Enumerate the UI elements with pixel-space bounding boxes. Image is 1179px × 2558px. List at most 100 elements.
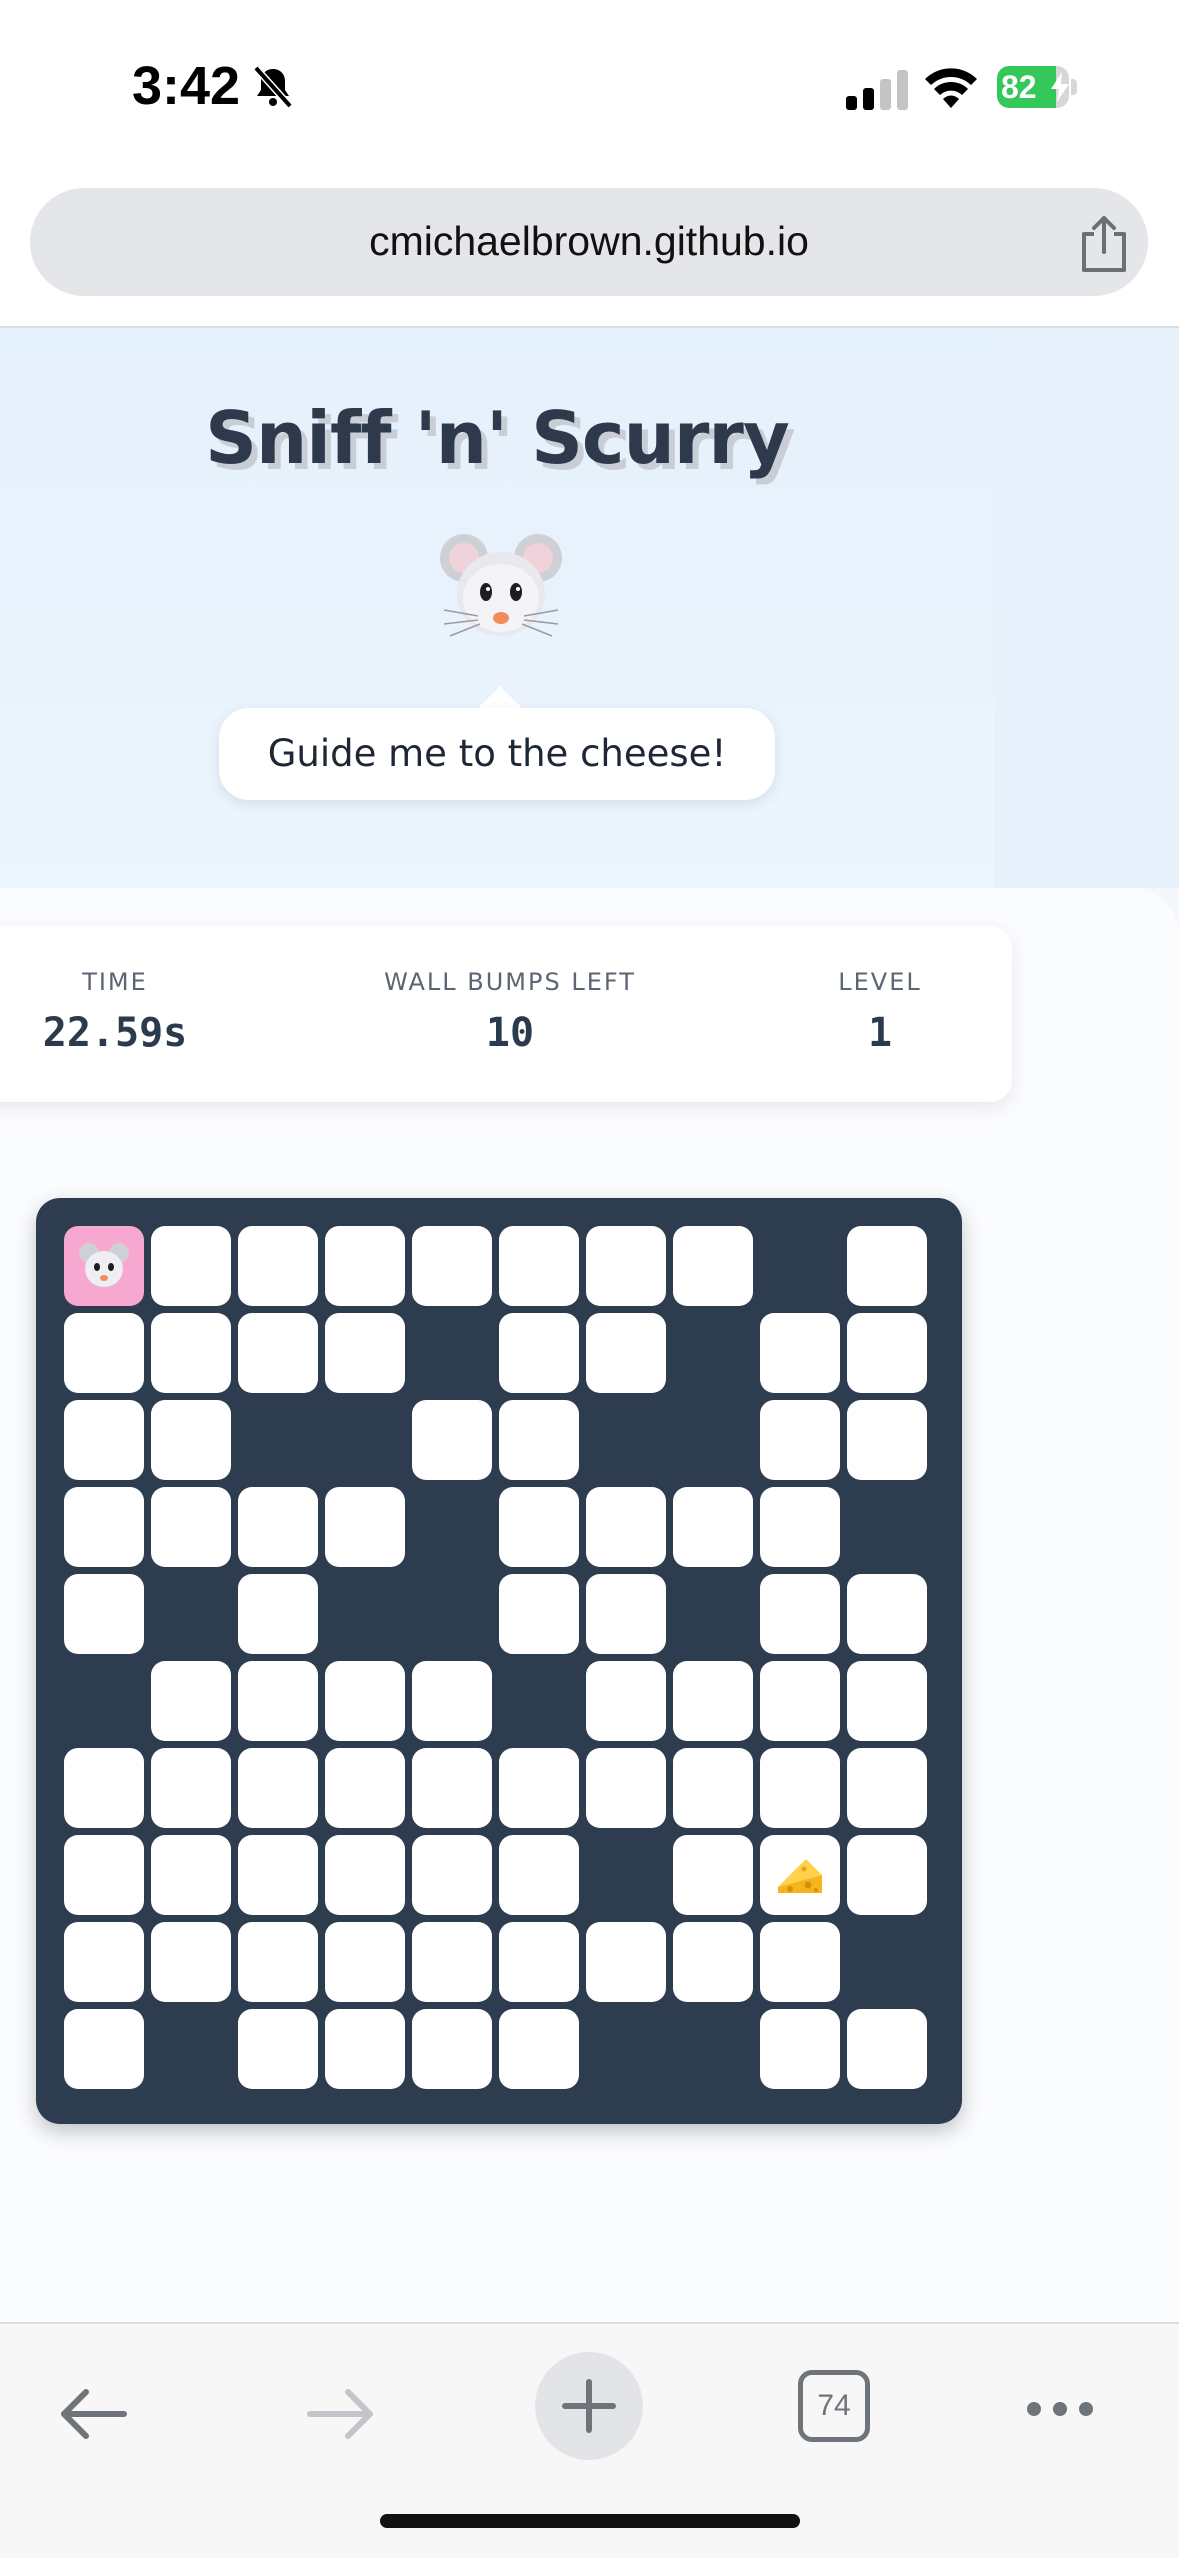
- maze-board[interactable]: [36, 1198, 962, 2124]
- maze-cell[interactable]: [325, 1313, 405, 1393]
- maze-cell[interactable]: [238, 1226, 318, 1306]
- maze-cell[interactable]: [412, 1748, 492, 1828]
- maze-cell[interactable]: [325, 1661, 405, 1741]
- stats-card: TIME 22.59s WALL BUMPS LEFT 10 LEVEL 1: [0, 926, 1012, 1102]
- level-value: 1: [867, 1010, 893, 1056]
- maze-cell[interactable]: [760, 1748, 840, 1828]
- maze-cell[interactable]: [238, 1661, 318, 1741]
- maze-cell[interactable]: [760, 1487, 840, 1567]
- maze-cell[interactable]: [499, 1748, 579, 1828]
- maze-cell[interactable]: [238, 2009, 318, 2089]
- maze-cell[interactable]: [64, 1922, 144, 2002]
- maze-cell[interactable]: [760, 1574, 840, 1654]
- maze-cell[interactable]: [151, 1922, 231, 2002]
- maze-cell[interactable]: [760, 1400, 840, 1480]
- maze-cell[interactable]: [673, 1661, 753, 1741]
- maze-cell[interactable]: [499, 2009, 579, 2089]
- maze-cell[interactable]: [760, 1313, 840, 1393]
- maze-cell[interactable]: [847, 2009, 927, 2089]
- back-arrow-icon[interactable]: [56, 2376, 132, 2452]
- maze-cell[interactable]: [64, 2009, 144, 2089]
- tabs-button[interactable]: 74: [798, 2370, 870, 2442]
- forward-arrow-icon[interactable]: [302, 2376, 378, 2452]
- maze-cell[interactable]: [847, 1313, 927, 1393]
- maze-cell[interactable]: [151, 1226, 231, 1306]
- maze-cell[interactable]: [499, 1574, 579, 1654]
- wifi-icon: [925, 68, 977, 108]
- maze-cell[interactable]: [847, 1226, 927, 1306]
- maze-cell[interactable]: [586, 1748, 666, 1828]
- maze-cell[interactable]: [760, 1922, 840, 2002]
- maze-cell[interactable]: [673, 1748, 753, 1828]
- maze-cell[interactable]: [673, 1487, 753, 1567]
- maze-cell[interactable]: [151, 1400, 231, 1480]
- maze-cell[interactable]: [673, 1922, 753, 2002]
- maze-cell[interactable]: [151, 1748, 231, 1828]
- maze-cell[interactable]: [412, 1661, 492, 1741]
- maze-cell[interactable]: [325, 1226, 405, 1306]
- maze-cell[interactable]: [151, 1661, 231, 1741]
- maze-cell[interactable]: [325, 1922, 405, 2002]
- wall-bumps-value: 10: [485, 1010, 535, 1056]
- maze-cell[interactable]: [586, 1661, 666, 1741]
- maze-cell[interactable]: [325, 1748, 405, 1828]
- new-tab-button[interactable]: [535, 2352, 643, 2460]
- address-bar[interactable]: cmichaelbrown.github.io: [30, 188, 1148, 296]
- maze-cell[interactable]: [64, 1748, 144, 1828]
- maze-cell[interactable]: [64, 1313, 144, 1393]
- maze-cell[interactable]: [499, 1835, 579, 1915]
- level-label: LEVEL: [838, 968, 922, 996]
- maze-cell[interactable]: [760, 2009, 840, 2089]
- maze-cell[interactable]: [325, 1835, 405, 1915]
- time-value: 22.59s: [42, 1010, 188, 1056]
- share-icon[interactable]: [1076, 214, 1132, 274]
- maze-cell[interactable]: [499, 1922, 579, 2002]
- maze-cell[interactable]: [151, 1313, 231, 1393]
- maze-cell[interactable]: [238, 1748, 318, 1828]
- maze-cell[interactable]: [151, 1487, 231, 1567]
- maze-cell-player[interactable]: [64, 1226, 144, 1306]
- maze-cell[interactable]: [499, 1313, 579, 1393]
- maze-cell[interactable]: [673, 1226, 753, 1306]
- maze-cell[interactable]: [847, 1574, 927, 1654]
- maze-cell[interactable]: [847, 1400, 927, 1480]
- stat-wall-bumps: WALL BUMPS LEFT 10: [350, 968, 670, 1056]
- maze-cell[interactable]: [847, 1748, 927, 1828]
- maze-cell[interactable]: [238, 1922, 318, 2002]
- maze-cell[interactable]: [412, 1835, 492, 1915]
- bell-slash-icon: [253, 65, 293, 109]
- maze-cell[interactable]: [586, 1487, 666, 1567]
- maze-cell[interactable]: [238, 1313, 318, 1393]
- maze-cell[interactable]: [412, 1226, 492, 1306]
- maze-cell[interactable]: [412, 2009, 492, 2089]
- maze-cell[interactable]: [325, 2009, 405, 2089]
- url-text[interactable]: cmichaelbrown.github.io: [30, 218, 1148, 265]
- maze-cell[interactable]: [412, 1400, 492, 1480]
- maze-cell[interactable]: [673, 1835, 753, 1915]
- web-page: Sniff 'n' Scurry Guide me to the cheese!…: [0, 328, 1179, 2322]
- speech-bubble: Guide me to the cheese!: [219, 708, 775, 800]
- maze-cell[interactable]: [760, 1661, 840, 1741]
- maze-cell[interactable]: [499, 1487, 579, 1567]
- maze-cell[interactable]: [586, 1226, 666, 1306]
- maze-cell[interactable]: [499, 1226, 579, 1306]
- maze-cell[interactable]: [64, 1400, 144, 1480]
- maze-cell[interactable]: [499, 1400, 579, 1480]
- more-icon[interactable]: [1020, 2384, 1100, 2434]
- maze-cell[interactable]: [238, 1835, 318, 1915]
- maze-cell[interactable]: [64, 1574, 144, 1654]
- maze-cell-goal[interactable]: [760, 1835, 840, 1915]
- maze-cell[interactable]: [847, 1661, 927, 1741]
- maze-cell[interactable]: [412, 1922, 492, 2002]
- maze-cell[interactable]: [64, 1835, 144, 1915]
- maze-cell[interactable]: [586, 1313, 666, 1393]
- maze-cell[interactable]: [238, 1487, 318, 1567]
- maze-cell[interactable]: [325, 1487, 405, 1567]
- wall-bumps-label: WALL BUMPS LEFT: [384, 968, 636, 996]
- maze-cell[interactable]: [151, 1835, 231, 1915]
- maze-cell[interactable]: [64, 1487, 144, 1567]
- maze-cell[interactable]: [586, 1922, 666, 2002]
- maze-cell[interactable]: [238, 1574, 318, 1654]
- maze-cell[interactable]: [586, 1574, 666, 1654]
- maze-cell[interactable]: [847, 1835, 927, 1915]
